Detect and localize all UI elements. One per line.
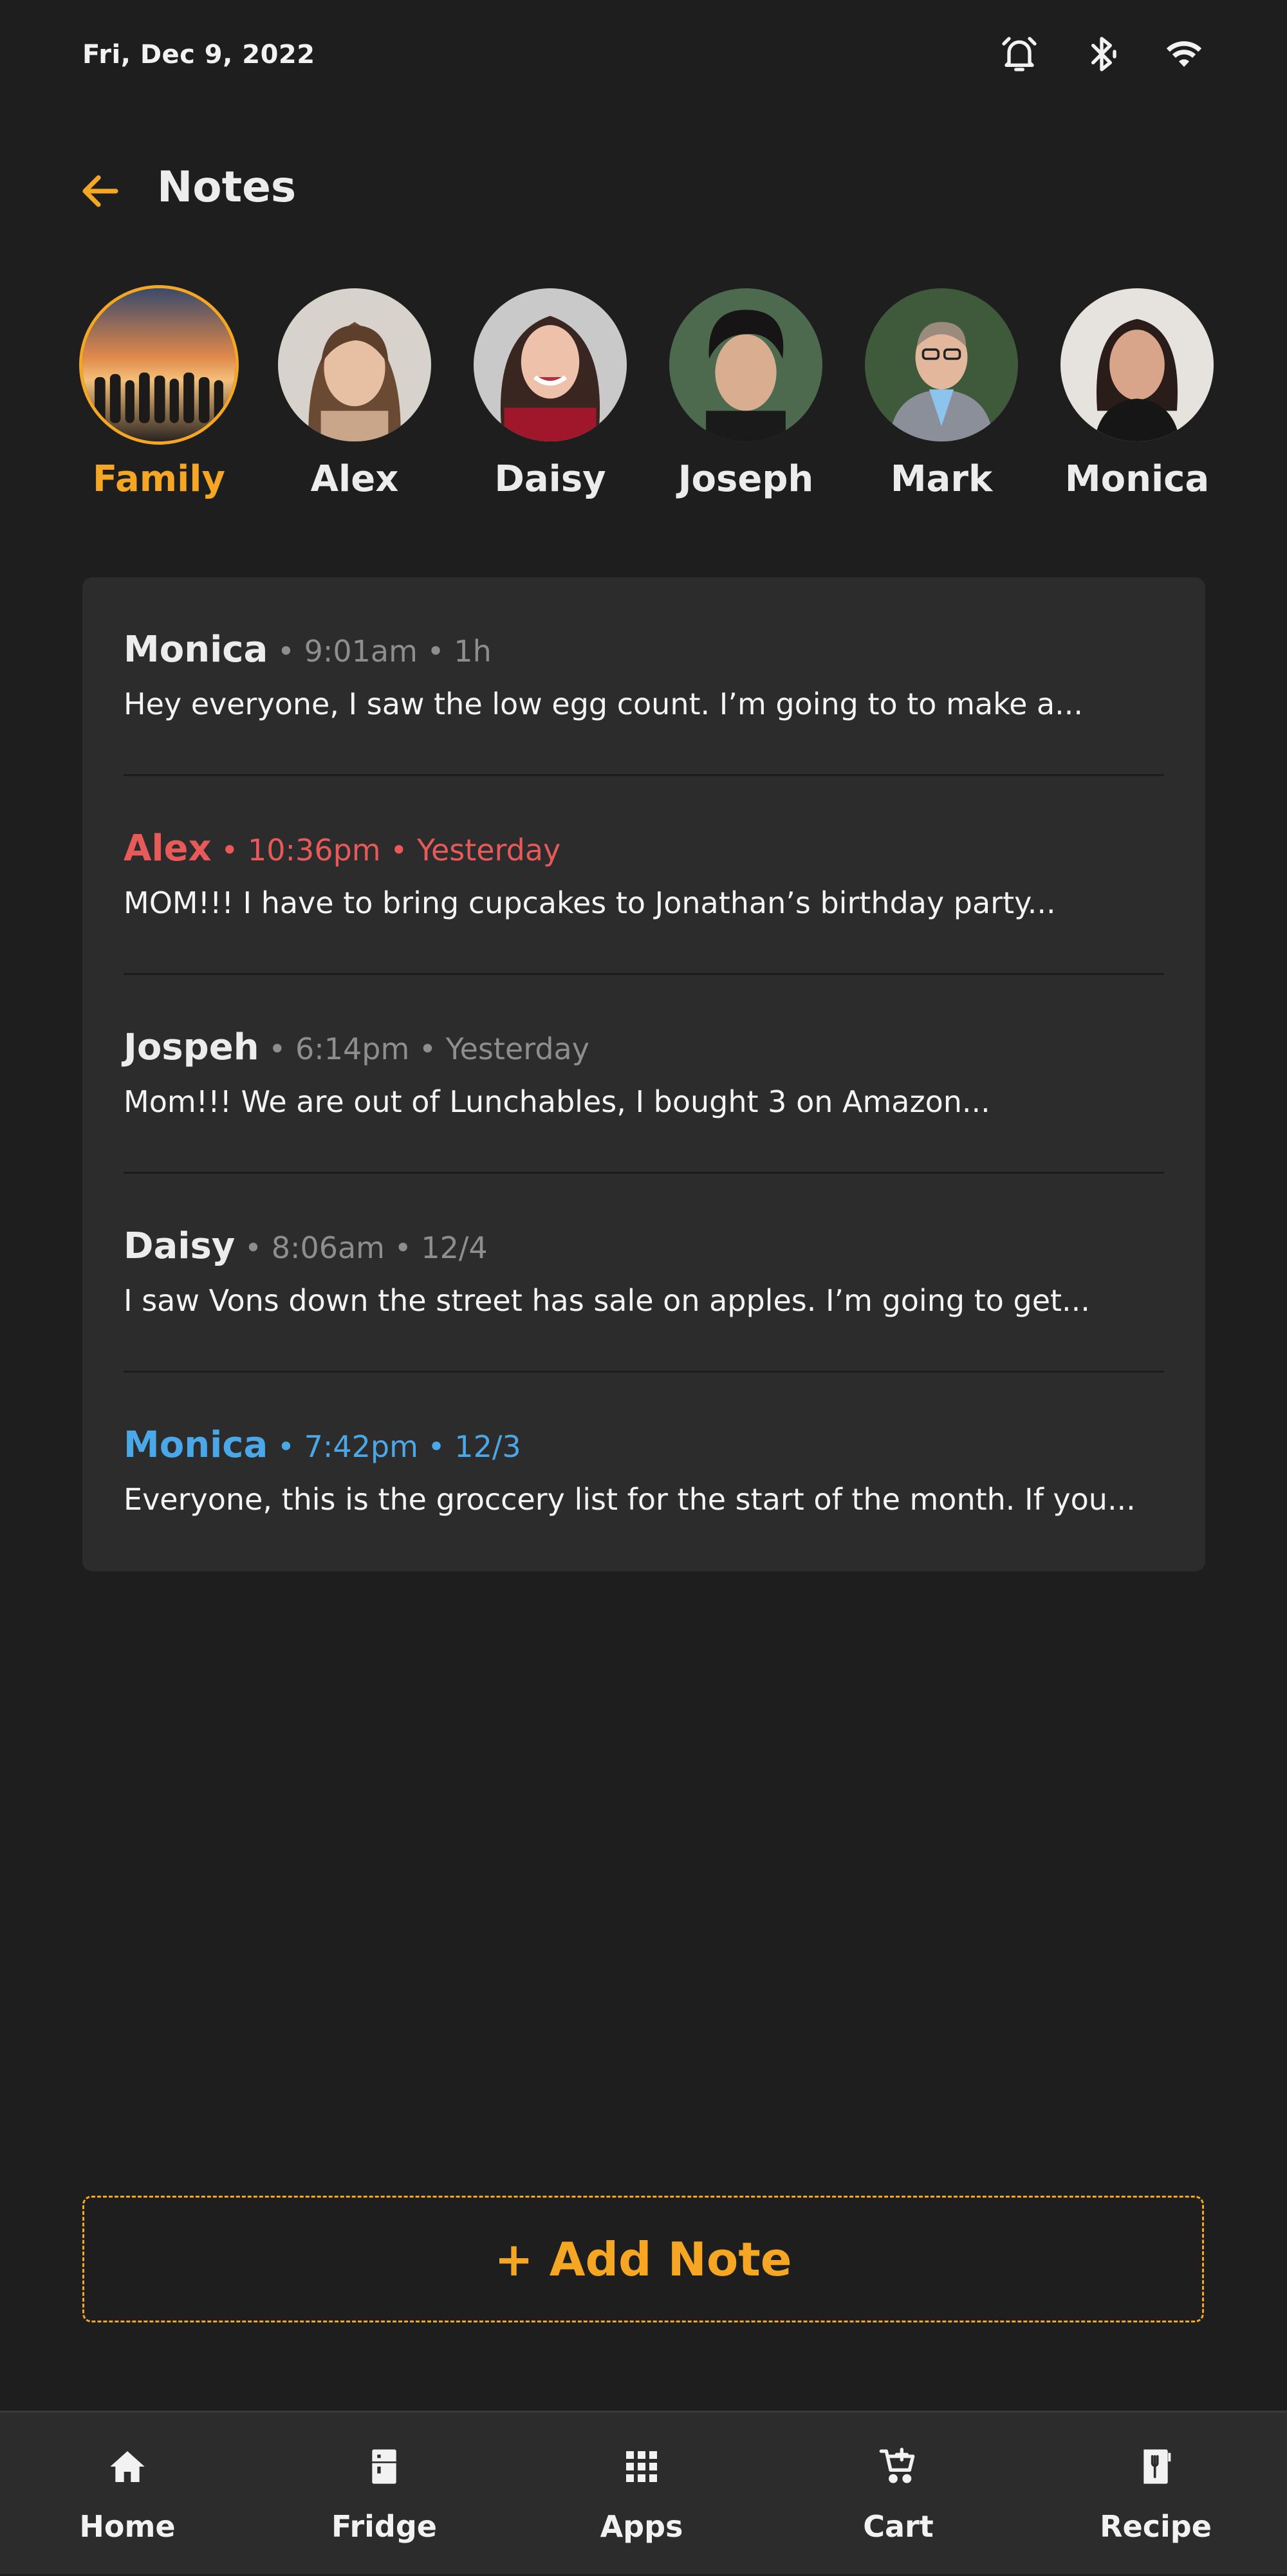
note-meta: • 9:01am • 1h (268, 634, 492, 669)
note-header: Daisy • 8:06am • 12/4 (124, 1225, 488, 1267)
note-item[interactable]: Monica • 7:42pm • 12/3 Everyone, this is… (124, 1373, 1164, 1571)
status-date: Fri, Dec 9, 2022 (82, 40, 315, 69)
note-item[interactable]: Monica • 9:01am • 1h Hey everyone, I saw… (124, 577, 1164, 776)
avatar-daisy[interactable] (474, 288, 627, 441)
note-header: Monica • 9:01am • 1h (124, 629, 492, 671)
note-preview: Mom!!! We are out of Lunchables, I bough… (124, 1084, 990, 1119)
nav-label: Fridge (331, 2509, 437, 2544)
apps-grid-icon (626, 2451, 657, 2482)
add-note-button[interactable]: + Add Note (82, 2196, 1204, 2322)
avatar-family[interactable] (82, 288, 236, 441)
nav-home[interactable]: Home (44, 2413, 211, 2576)
arrow-left-icon (82, 175, 118, 207)
nav-label: Home (79, 2509, 176, 2544)
note-item[interactable]: Jospeh • 6:14pm • Yesterday Mom!!! We ar… (124, 975, 1164, 1174)
note-header: Monica • 7:42pm • 12/3 (124, 1424, 521, 1466)
recipe-book-icon (1143, 2449, 1171, 2484)
nav-fridge[interactable]: Fridge (301, 2413, 468, 2576)
note-meta: • 10:36pm • Yesterday (211, 833, 561, 867)
avatar-mark[interactable] (865, 288, 1018, 441)
alarm-icon (999, 33, 1040, 79)
note-author: Daisy (124, 1225, 236, 1267)
nav-apps[interactable]: Apps (558, 2413, 725, 2576)
note-preview: Hey everyone, I saw the low egg count. I… (124, 687, 1084, 721)
note-preview: MOM!!! I have to bring cupcakes to Jonat… (124, 885, 1056, 920)
note-preview: Everyone, this is the groccery list for … (124, 1482, 1136, 1517)
wifi-icon (1163, 33, 1205, 79)
avatar-label-joseph[interactable]: Joseph (649, 458, 842, 500)
bluetooth-icon (1081, 33, 1122, 79)
page-title: Notes (157, 162, 297, 212)
bottom-nav: Home Fridge Apps Cart Recipe (0, 2411, 1287, 2574)
note-item[interactable]: Daisy • 8:06am • 12/4 I saw Vons down th… (124, 1174, 1164, 1373)
fridge-icon (372, 2449, 396, 2484)
note-header: Jospeh • 6:14pm • Yesterday (124, 1026, 589, 1068)
note-item[interactable]: Alex • 10:36pm • Yesterday MOM!!! I have… (124, 776, 1164, 975)
note-preview: I saw Vons down the street has sale on a… (124, 1283, 1090, 1318)
avatar-joseph[interactable] (669, 288, 822, 441)
nav-label: Cart (863, 2509, 934, 2544)
note-header: Alex • 10:36pm • Yesterday (124, 828, 560, 869)
nav-label: Recipe (1100, 2509, 1212, 2544)
note-author: Monica (124, 1424, 268, 1466)
avatar-label-monica[interactable]: Monica (1041, 458, 1234, 500)
avatar-label-daisy[interactable]: Daisy (454, 458, 647, 500)
back-button[interactable] (77, 169, 129, 214)
nav-recipe[interactable]: Recipe (1072, 2413, 1239, 2576)
note-author: Monica (124, 629, 268, 671)
nav-cart[interactable]: Cart (815, 2413, 982, 2576)
avatar-monica[interactable] (1060, 288, 1214, 441)
avatar-alex[interactable] (278, 288, 431, 441)
note-author: Alex (124, 828, 212, 869)
avatar-label-family[interactable]: Family (62, 458, 255, 500)
note-meta: • 6:14pm • Yesterday (259, 1032, 589, 1066)
nav-label: Apps (600, 2509, 683, 2544)
cart-add-icon (879, 2447, 915, 2483)
notes-list: Monica • 9:01am • 1h Hey everyone, I saw… (82, 577, 1205, 1571)
avatar-label-alex[interactable]: Alex (258, 458, 451, 500)
home-icon (110, 2451, 145, 2482)
avatar-label-mark[interactable]: Mark (845, 458, 1038, 500)
note-meta: • 7:42pm • 12/3 (268, 1429, 521, 1464)
note-author: Jospeh (124, 1026, 259, 1068)
note-meta: • 8:06am • 12/4 (235, 1230, 488, 1265)
